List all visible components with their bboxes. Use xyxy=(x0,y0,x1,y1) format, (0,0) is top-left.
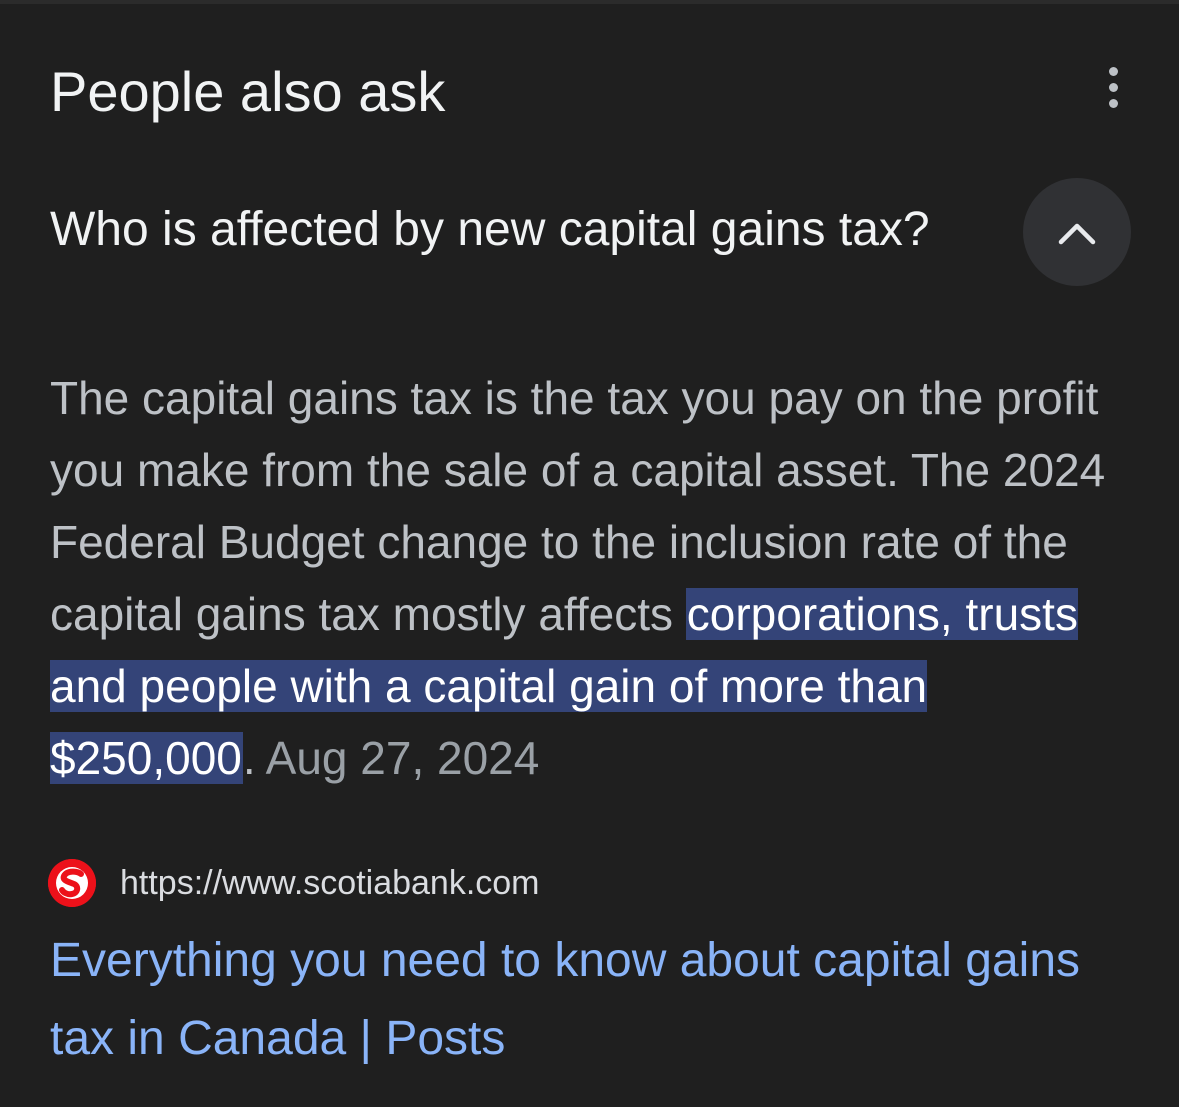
more-vert-icon xyxy=(1108,66,1118,76)
source-url: https://www.scotiabank.com xyxy=(120,864,540,902)
question-accordion-header[interactable]: Who is affected by new capital gains tax… xyxy=(0,176,1179,286)
chevron-up-icon xyxy=(1058,223,1096,245)
source-row[interactable]: https://www.scotiabank.com xyxy=(48,858,540,908)
answer-date: Aug 27, 2024 xyxy=(265,732,540,784)
more-options-button[interactable] xyxy=(1090,62,1136,112)
answer-text-end: . xyxy=(242,732,256,784)
collapse-button[interactable] xyxy=(1023,178,1131,286)
top-divider xyxy=(0,0,1179,4)
scotiabank-logo-icon xyxy=(48,859,96,907)
more-vert-icon-dot xyxy=(1108,82,1118,92)
section-title: People also ask xyxy=(50,60,446,123)
result-title-link[interactable]: Everything you need to know about capita… xyxy=(50,922,1140,1078)
question-text: Who is affected by new capital gains tax… xyxy=(50,203,930,256)
answer-snippet: The capital gains tax is the tax you pay… xyxy=(50,362,1140,794)
more-vert-icon-dot xyxy=(1108,98,1118,108)
